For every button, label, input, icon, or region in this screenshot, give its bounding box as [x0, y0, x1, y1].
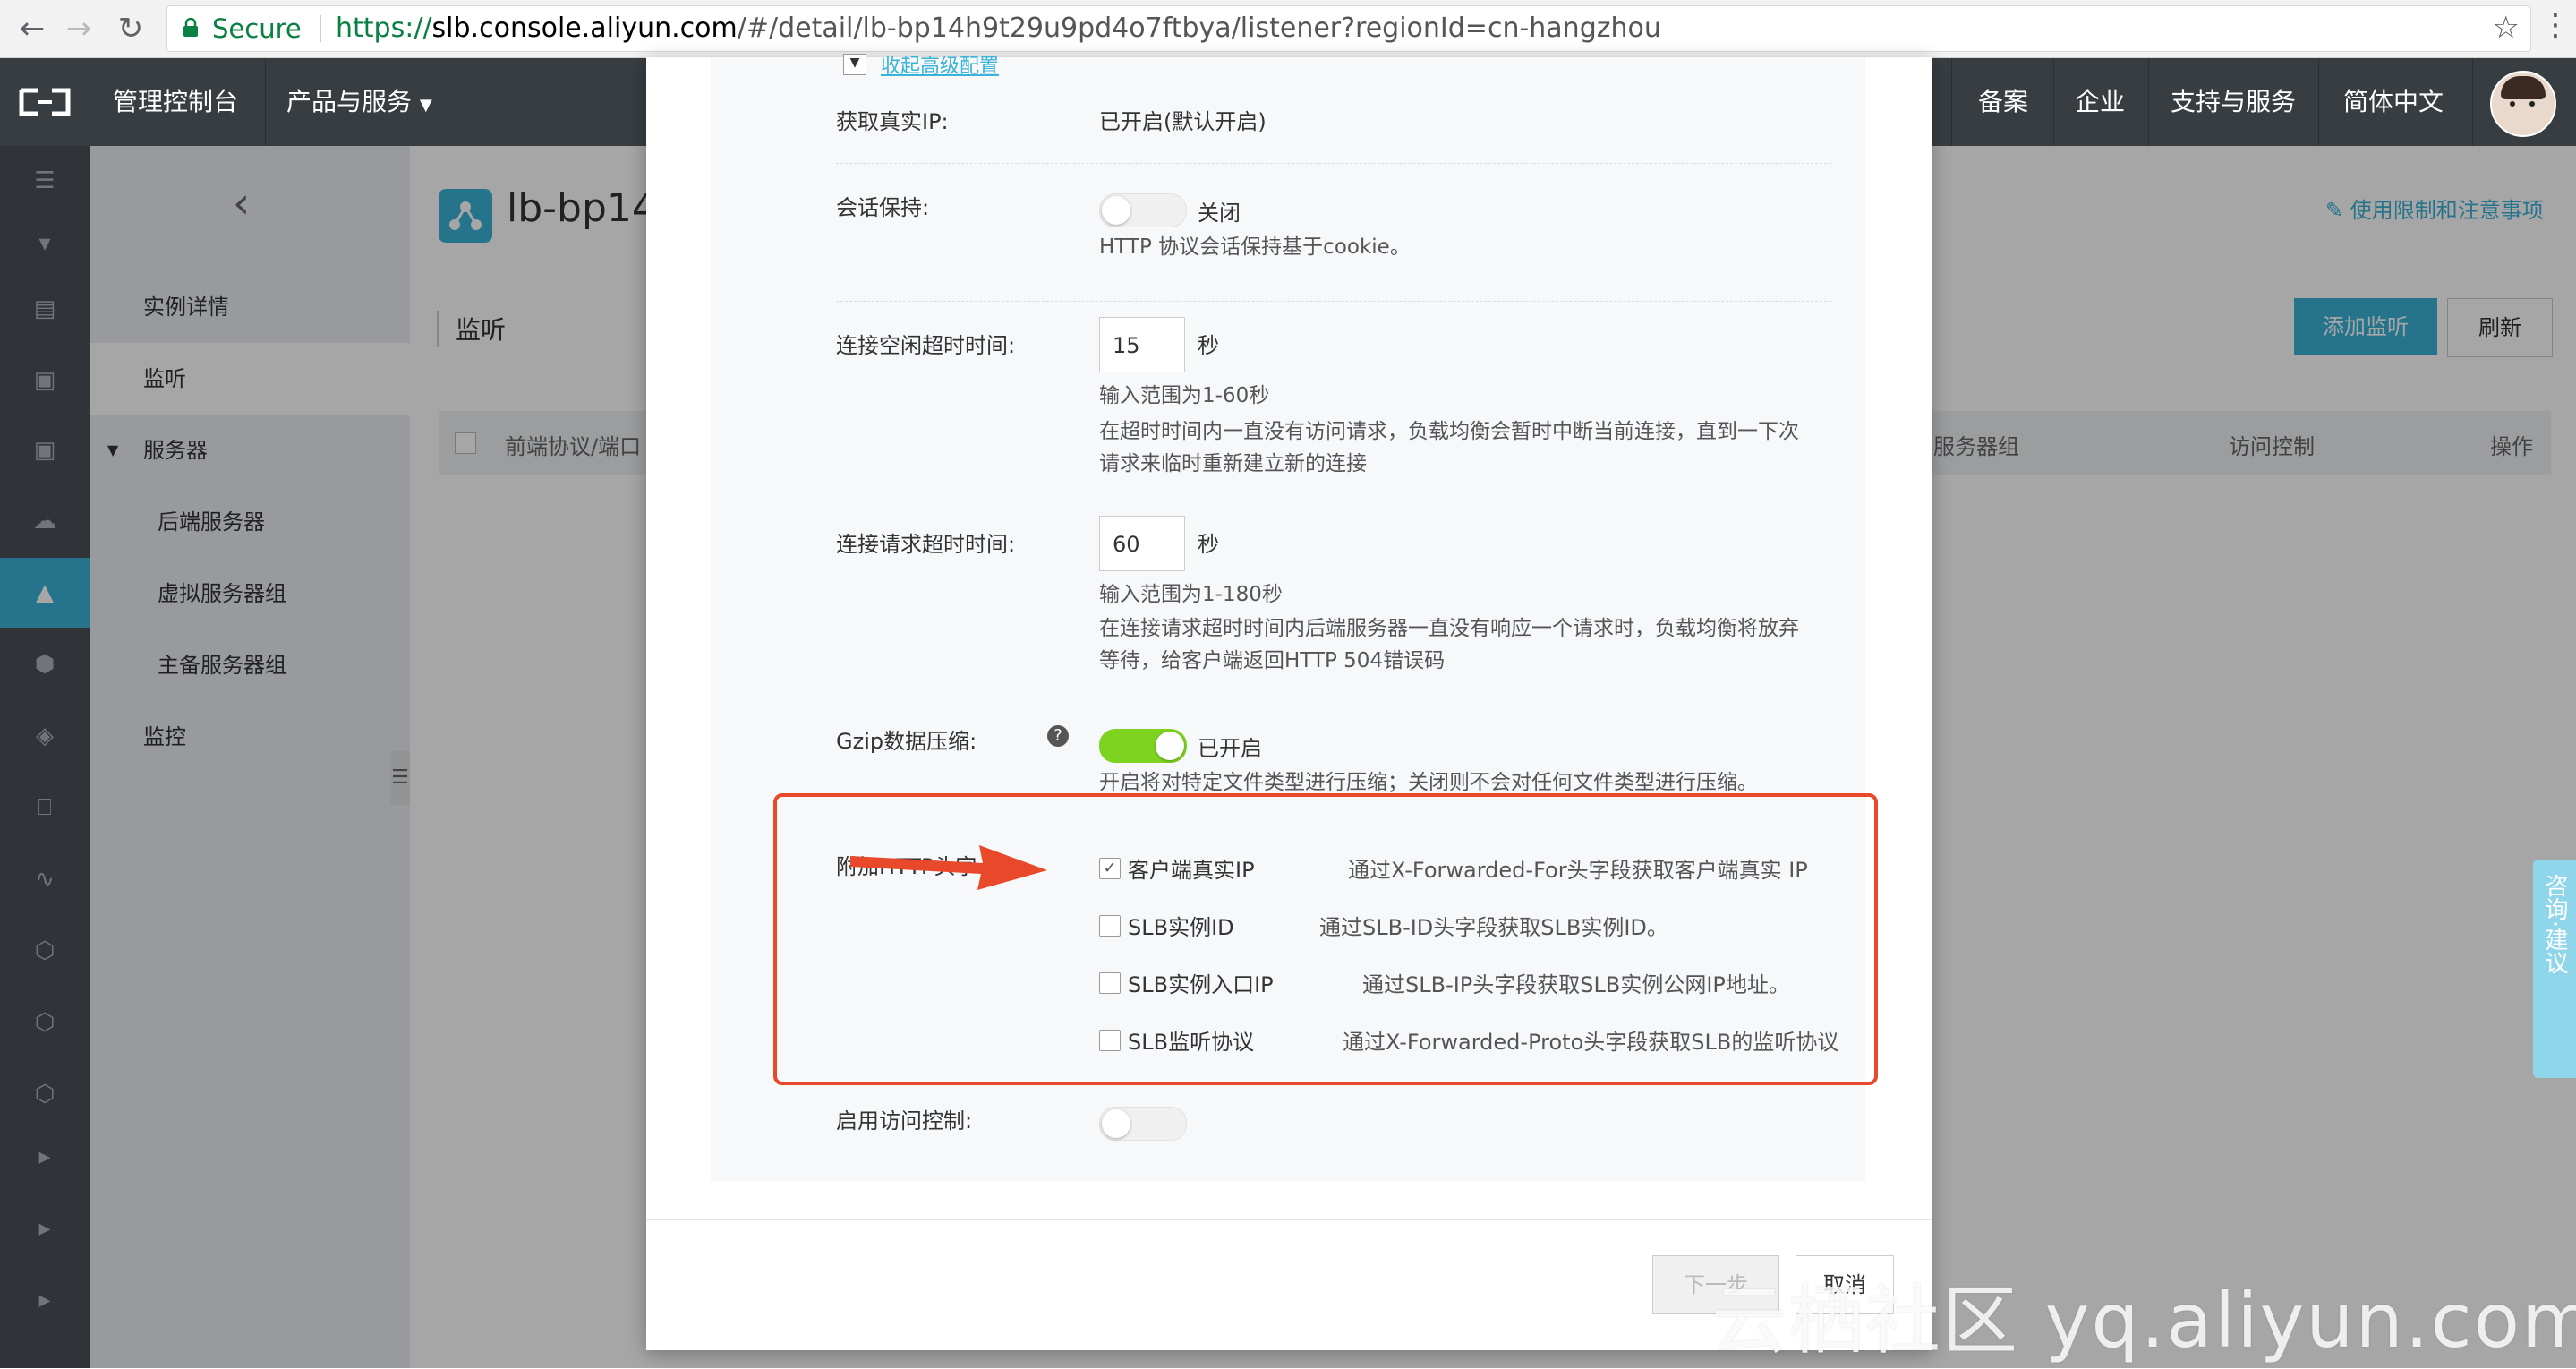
- nav-divider: [2318, 58, 2319, 146]
- nav-item-language[interactable]: 简体中文: [2343, 58, 2444, 146]
- request-timeout-input[interactable]: 60: [1099, 516, 1185, 571]
- address-bar[interactable]: Secure https://slb.console.aliyun.com/#/…: [166, 5, 2531, 52]
- products-menu[interactable]: 产品与服务 ▼: [286, 58, 432, 146]
- feedback-tab[interactable]: 咨询·建议: [2533, 860, 2576, 1078]
- nav-item-filing[interactable]: 备案: [1978, 58, 2028, 146]
- aliyun-logo-icon[interactable]: [18, 87, 72, 117]
- collapse-advanced-link[interactable]: 收起高级配置: [881, 50, 999, 79]
- toggle-knob: [1102, 196, 1130, 225]
- request-timeout-hint-line1: 在连接请求超时时间内后端服务器一直没有响应一个请求时，负载均衡将放弃: [1099, 617, 1799, 640]
- request-timeout-unit: 秒: [1198, 532, 1219, 557]
- url-protocol: https://: [336, 13, 432, 44]
- address-separator: [320, 15, 321, 42]
- session-hint: HTTP 协议会话保持基于cookie。: [1099, 235, 1411, 259]
- idle-timeout-unit: 秒: [1198, 333, 1219, 358]
- nav-divider: [2148, 58, 2149, 146]
- browser-menu-icon[interactable]: ⋮: [2540, 7, 2571, 43]
- nav-divider: [2472, 58, 2473, 146]
- footer-divider: [646, 1219, 1932, 1220]
- url-host: slb.console.aliyun.com: [431, 13, 738, 44]
- toggle-knob: [1102, 1109, 1130, 1138]
- avatar[interactable]: [2490, 71, 2556, 137]
- caret-down-icon: ▼: [419, 96, 432, 115]
- idle-timeout-label: 连接空闲超时时间:: [836, 333, 1016, 358]
- products-menu-label: 产品与服务: [286, 87, 413, 116]
- forward-arrow-icon[interactable]: →: [59, 9, 98, 48]
- idle-timeout-hint-line1: 在超时时间内一直没有访问请求，负载均衡会暂时中断当前连接，直到一下次: [1099, 420, 1799, 443]
- acl-label: 启用访问控制:: [836, 1108, 973, 1134]
- listener-config-modal: ▼ 收起高级配置 获取真实IP: 已开启(默认开启) 会话保持: 关闭 HTTP…: [646, 54, 1932, 1350]
- back-arrow-icon[interactable]: ←: [13, 9, 52, 48]
- highlight-box: [773, 793, 1878, 1085]
- gzip-label: Gzip数据压缩:: [836, 729, 977, 754]
- session-toggle[interactable]: [1099, 193, 1187, 227]
- nav-divider: [2053, 58, 2054, 146]
- nav-item-enterprise[interactable]: 企业: [2075, 58, 2125, 146]
- request-timeout-range: 输入范围为1-180秒: [1099, 583, 1283, 606]
- feedback-tab-label: 咨询·建议: [2541, 874, 2568, 975]
- toggle-knob: [1156, 732, 1184, 760]
- lock-icon: [183, 18, 198, 37]
- secure-label: Secure: [212, 13, 302, 44]
- gzip-toggle[interactable]: [1099, 729, 1187, 763]
- reload-icon[interactable]: ↻: [111, 9, 150, 48]
- gzip-state: 已开启: [1198, 736, 1262, 761]
- request-timeout-hint-line2: 等待，给客户端返回HTTP 504错误码: [1099, 649, 1446, 672]
- acl-toggle[interactable]: [1099, 1107, 1187, 1141]
- request-timeout-label: 连接请求超时时间:: [836, 532, 1016, 557]
- divider: [836, 163, 1831, 164]
- session-state: 关闭: [1198, 201, 1241, 226]
- session-label: 会话保持:: [836, 195, 930, 220]
- real-ip-label: 获取真实IP:: [836, 109, 949, 134]
- url-path: /#/detail/lb-bp14h9t29u9pd4o7ftbya/liste…: [737, 13, 1661, 44]
- nav-item-support[interactable]: 支持与服务: [2171, 58, 2296, 146]
- nav-divider: [1951, 58, 1952, 146]
- bookmark-star-icon[interactable]: ☆: [2493, 10, 2520, 46]
- browser-toolbar: ← → ↻ Secure https://slb.console.aliyun.…: [0, 0, 2576, 58]
- watermark: 云栖社区 yq.aliyun.com: [1711, 1277, 2576, 1365]
- collapse-chevron-icon[interactable]: ▼: [843, 54, 866, 75]
- idle-timeout-range: 输入范围为1-60秒: [1099, 384, 1270, 407]
- url-text[interactable]: https://slb.console.aliyun.com/#/detail/…: [336, 13, 1661, 44]
- help-icon[interactable]: ?: [1047, 725, 1069, 747]
- real-ip-value: 已开启(默认开启): [1099, 109, 1267, 134]
- idle-timeout-input[interactable]: 15: [1099, 317, 1185, 372]
- console-link[interactable]: 管理控制台: [113, 58, 238, 146]
- idle-timeout-hint-line2: 请求来临时重新建立新的连接: [1099, 452, 1367, 475]
- divider: [836, 301, 1831, 302]
- nav-divider: [265, 58, 266, 146]
